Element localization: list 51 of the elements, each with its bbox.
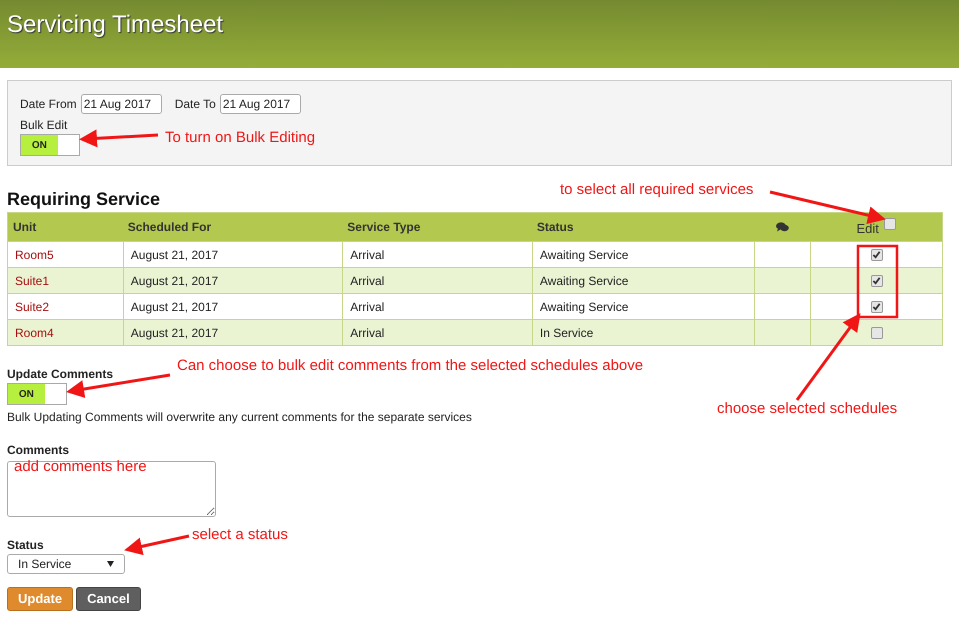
field-label: Bulk Edit (20, 117, 68, 134)
checkbox[interactable] (870, 274, 883, 286)
annotation-text: Can choose to bulk edit comments from the selected schedules above (177, 357, 644, 375)
comments-icon (776, 222, 789, 232)
table-cell-text: August 21, 2017 (130, 298, 218, 316)
column-header: Service Type (347, 219, 420, 236)
section-title: Requiring Service (7, 188, 160, 211)
table-cell-text: Awaiting Service (540, 272, 628, 290)
checkbox[interactable] (870, 248, 883, 260)
arrow (124, 534, 190, 556)
comments-field[interactable] (7, 461, 216, 517)
unit-link[interactable]: Room5 (15, 246, 54, 264)
annotation-text: To turn on Bulk Editing (165, 129, 316, 147)
table-cell-text: August 21, 2017 (130, 246, 218, 264)
field-label: Date From (20, 96, 77, 113)
table-cell-text: Awaiting Service (540, 246, 628, 264)
column-header: Unit (13, 219, 36, 236)
checkbox[interactable] (870, 300, 883, 312)
table-cell-text: Arrival (350, 324, 384, 342)
help-text: Bulk Updating Comments will overwrite any current comments for the separate services (7, 409, 472, 426)
date-field[interactable]: 21 Aug 2017 (220, 94, 301, 114)
annotation-text: to select all required services (560, 181, 754, 199)
table-cell-text: Arrival (350, 298, 384, 316)
field-label: Update Comments (7, 366, 114, 383)
table-cell-text: Arrival (350, 272, 384, 290)
caret-icon (107, 561, 114, 567)
toggle-switch[interactable]: ON (20, 134, 80, 156)
status-select[interactable]: In Service (7, 554, 125, 574)
column-header: Status (536, 219, 574, 236)
table-cell-text: Awaiting Service (540, 298, 628, 316)
unit-link[interactable]: Room4 (15, 324, 54, 342)
unit-link[interactable]: Suite1 (15, 272, 50, 290)
table-cell-text: Arrival (350, 246, 384, 264)
toggle-switch[interactable]: ON (7, 383, 67, 405)
column-header: Scheduled For (128, 219, 212, 236)
column-header: Edit (856, 220, 879, 238)
annotation-text: choose selected schedules (717, 400, 898, 418)
table-cell-text: In Service (540, 324, 594, 342)
field-label: Status (7, 537, 44, 554)
table-cell-text: August 21, 2017 (130, 324, 218, 342)
annotation-text: add comments here (14, 458, 147, 476)
checkbox[interactable] (870, 326, 883, 338)
table-cell-text: August 21, 2017 (130, 272, 218, 290)
unit-link[interactable]: Suite2 (15, 298, 50, 316)
cancel-button[interactable]: Cancel (76, 587, 141, 611)
field-label: Comments (7, 442, 70, 459)
field-label: Date To (174, 96, 216, 113)
page-title: Servicing Timesheet (7, 10, 224, 40)
annotation-text: select a status (192, 526, 288, 544)
checkbox[interactable] (884, 218, 896, 230)
date-field[interactable]: 21 Aug 2017 (80, 94, 162, 114)
